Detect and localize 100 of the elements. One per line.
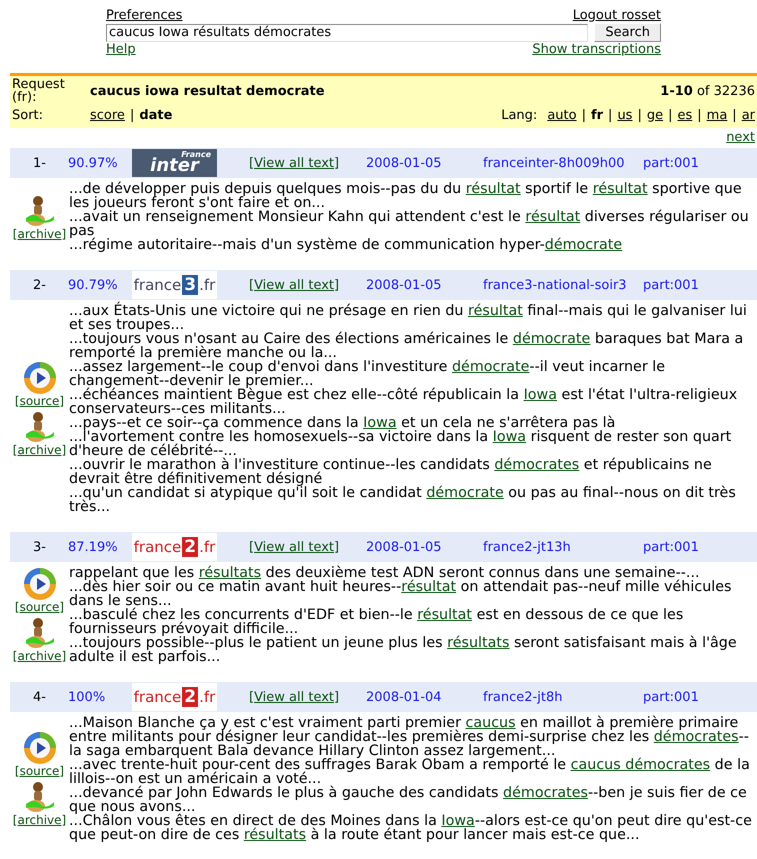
- view-all-text-link[interactable]: [View all text]: [249, 540, 366, 554]
- source-link[interactable]: [source]: [14, 765, 64, 778]
- result-score: 90.97%: [68, 156, 119, 170]
- snippet-text: ...aux États-Unis une victoire qui ne présage en rien du résultat final--mais qui le galvaniser lui et ses troupes...: [69, 304, 748, 332]
- result-rank: 1-: [32, 156, 46, 170]
- separator: |: [668, 108, 672, 122]
- keyword-link[interactable]: résultats: [447, 635, 510, 651]
- result-part: part:001: [643, 540, 699, 554]
- view-all-text-link[interactable]: [View all text]: [249, 690, 366, 704]
- snippet-text: ...pays--et ce soir--ça commence dans la Iowa et un cela ne s'arrêtera pas là: [69, 416, 616, 430]
- result-rank: 3-: [32, 540, 46, 554]
- keyword-link[interactable]: démocrates: [654, 729, 739, 745]
- snippet-text: ...assez largement--le coup d'envoi dans l'investiture démocrate--il veut incarner le changement--devenir le premier...: [69, 360, 666, 388]
- range-text: 1-10 of 32236: [660, 84, 755, 98]
- keyword-link[interactable]: démocrate: [426, 485, 504, 501]
- separator: |: [130, 108, 134, 122]
- keyword-link[interactable]: caucus: [466, 715, 516, 731]
- result-date: 2008-01-05: [366, 156, 443, 170]
- source-link[interactable]: [source]: [14, 601, 64, 614]
- channel-logo: france 2 .fr: [132, 533, 217, 561]
- view-all-text-link[interactable]: [View all text]: [249, 278, 366, 292]
- keyword-link[interactable]: résultat: [401, 579, 456, 595]
- result-part: part:001: [643, 156, 699, 170]
- archive-link[interactable]: [archive]: [12, 228, 66, 240]
- separator: |: [697, 108, 702, 122]
- search-button[interactable]: Search: [594, 23, 661, 42]
- snippet-text: ...qu'un candidat si atypique qu'il soit le candidat démocrate ou pas au final--nous on dit très très...: [69, 486, 737, 514]
- snippet-text: ...l'avortement contre les homosexuels--sa victoire dans la Iowa risquent de rester son quart d'heure de célébrité--...: [69, 430, 732, 458]
- result-source: franceinter-8h009h00: [483, 156, 626, 170]
- keyword-link[interactable]: Iowa: [524, 387, 557, 403]
- result-rank: 4-: [32, 690, 46, 704]
- snippet-text: ...devancé par John Edwards le plus à gauche des candidats démocrates--ben je suis fier de ce que nous avons...: [69, 786, 747, 814]
- show-transcriptions-link[interactable]: Show transcriptions: [532, 42, 661, 57]
- keyword-link[interactable]: résultats: [198, 565, 262, 581]
- result-score: 87.19%: [68, 540, 119, 554]
- snippet-text: ...dès hier soir ou ce matin avant huit heures--résultat on attendait pas--neuf mille véhicules dans le sens...: [69, 580, 732, 608]
- play-icon[interactable]: [22, 567, 56, 601]
- result-score: 90.79%: [68, 278, 119, 292]
- keyword-link[interactable]: démocrate: [452, 359, 530, 375]
- keyword-link[interactable]: Iowa: [363, 415, 397, 431]
- lang-label: Lang:: [501, 108, 538, 122]
- play-icon[interactable]: [22, 361, 56, 395]
- snippet-text: ...basculé chez les concurrents d'EDF et bien--le résultat est en dessous de ce que les fournisseurs prévoyait difficile...: [69, 608, 684, 636]
- result-rank: 2-: [32, 278, 46, 292]
- archive-link[interactable]: [archive]: [12, 444, 66, 457]
- channel-logo: France inter: [132, 149, 217, 177]
- keyword-link[interactable]: résultats: [244, 827, 306, 843]
- separator: |: [608, 108, 612, 122]
- result-score: 100%: [68, 690, 106, 704]
- lang-option[interactable]: fr: [590, 108, 604, 122]
- keyword-link[interactable]: Iowa: [492, 429, 526, 445]
- separator: |: [637, 108, 642, 122]
- preferences-link[interactable]: Preferences: [106, 8, 182, 23]
- separator: |: [732, 108, 737, 122]
- sort-option[interactable]: date: [139, 108, 172, 122]
- keyword-link[interactable]: résultat: [466, 181, 521, 197]
- result-source: france2-jt13h: [483, 540, 572, 554]
- snippet-text: ...toujours possible--plus le patient un jeune plus les résultats seront satisfaisant mais à l'âge adulte il est parfois...: [69, 636, 738, 664]
- result-part: part:001: [643, 690, 699, 704]
- logout-link[interactable]: Logout rosset: [572, 8, 661, 23]
- source-link[interactable]: [source]: [14, 395, 64, 408]
- snippet-text: ...Châlon vous êtes en direct de des Moines dans la Iowa--alors est-ce qu'on peut dire qu'est-ce que peut-on dire de ces résultats à la route étant pour lancer mais est-ce que...: [69, 814, 753, 842]
- search-field[interactable]: caucus Iowa résultats démocrates: [106, 24, 588, 42]
- keyword-link[interactable]: résultat: [525, 209, 580, 225]
- result-part: part:001: [643, 278, 699, 292]
- keyword-link[interactable]: Iowa: [441, 813, 475, 829]
- help-link[interactable]: Help: [106, 42, 136, 57]
- snippet-text: ...échéances maintient Bègue est chez elle--côté républicain la Iowa est l'état l'ultra-religieux conservateurs--ces militants...: [69, 388, 738, 416]
- lang-option[interactable]: ge: [646, 108, 664, 122]
- lang-option[interactable]: us: [617, 108, 632, 122]
- lang-option[interactable]: ma: [706, 108, 728, 122]
- separator: |: [582, 108, 586, 122]
- result-date: 2008-01-04: [366, 690, 443, 704]
- snippet-text: rappelant que les résultats des deuxième test ADN seront connus dans une semaine--...: [69, 566, 700, 580]
- result-date: 2008-01-05: [366, 278, 443, 292]
- snippet-text: ...régime autoritaire--mais d'un système de communication hyper-démocrate: [69, 238, 624, 252]
- lang-option[interactable]: auto: [547, 108, 577, 122]
- play-icon[interactable]: [22, 731, 56, 765]
- result-source: france3-national-soir3: [483, 278, 628, 292]
- keyword-link[interactable]: résultat: [468, 303, 523, 319]
- keyword-link[interactable]: démocrates: [503, 785, 588, 801]
- request-label: Request (fr):: [12, 78, 66, 104]
- next-link[interactable]: next: [726, 130, 755, 145]
- archive-link[interactable]: [archive]: [12, 814, 66, 827]
- lang-option[interactable]: es: [677, 108, 692, 122]
- snippet-text: ...Maison Blanche ça y est c'est vraiment parti premier caucus en maillot à première primaire entre militants pour désigner leur candidat--les premières demi-surprise chez les démocrates--la saga embarquent Bala devance Hillary Clinton assez largement...: [69, 716, 750, 758]
- keyword-link[interactable]: résultat: [592, 181, 648, 197]
- snippet-text: ...de développer puis depuis quelques mois--pas du du résultat sportif le résultat sportive que les joueurs feront s'ont faire et on...: [69, 182, 743, 210]
- snippet-text: ...toujours vous n'osant au Caire des élections américaines le démocrate baraques bat Mara a remporté la première manche ou la...: [69, 332, 744, 360]
- archive-link[interactable]: [archive]: [12, 650, 66, 663]
- channel-logo: france 3 .fr: [132, 271, 217, 299]
- keyword-link[interactable]: caucus démocrates: [570, 757, 710, 773]
- keyword-link[interactable]: résultat: [417, 607, 472, 623]
- keyword-link[interactable]: démocrates: [494, 457, 580, 473]
- keyword-link[interactable]: démocrate: [544, 237, 622, 253]
- keyword-link[interactable]: démocrate: [512, 331, 590, 347]
- lang-option[interactable]: ar: [742, 108, 755, 122]
- view-all-text-link[interactable]: [View all text]: [249, 156, 366, 170]
- channel-logo: france 2 .fr: [132, 683, 217, 711]
- sort-option[interactable]: score: [90, 108, 125, 122]
